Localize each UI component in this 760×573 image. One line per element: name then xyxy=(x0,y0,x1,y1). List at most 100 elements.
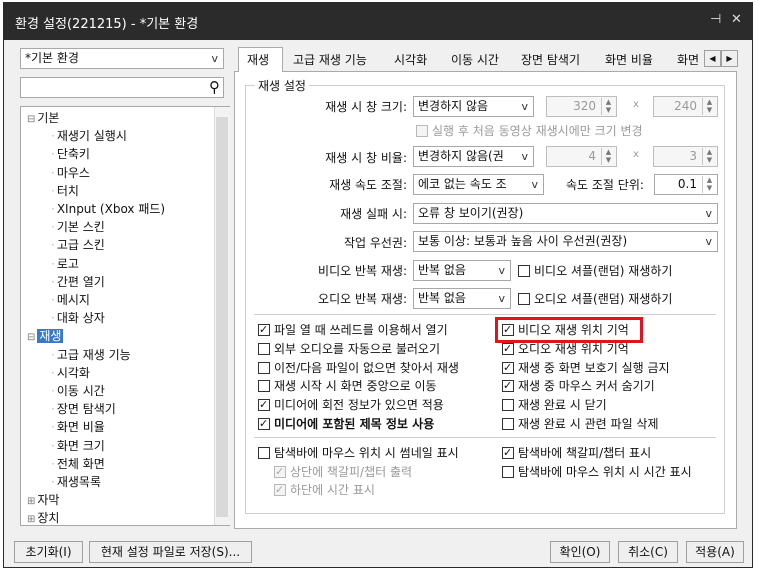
audio-shuffle-label: 오디오 셔플(랜덤) 재생하기 xyxy=(534,292,673,306)
tree-item[interactable]: · 시각화 xyxy=(51,365,90,382)
option-checkbox[interactable]: 오디오 재생 위치 기억 xyxy=(502,341,629,357)
tab-scroll-right-button[interactable]: ▶ xyxy=(721,50,738,67)
tree-item-label: 화면 비율 xyxy=(56,420,105,435)
tree-item[interactable]: · 대화 상자 xyxy=(51,310,105,327)
ratio-height-stepper[interactable]: 3 ▲ ▼ xyxy=(653,146,718,167)
option-label: 하단에 시간 표시 xyxy=(290,483,375,497)
tab-screen[interactable]: 화면 xyxy=(677,49,705,71)
updown-icon[interactable]: ▲ ▼ xyxy=(601,98,615,115)
tab-seek-time[interactable]: 이동 시간 xyxy=(451,49,499,71)
tree-item[interactable]: ⊞ 장치 xyxy=(27,510,59,525)
tab-visualization[interactable]: 시각화 xyxy=(394,49,427,71)
priority-select[interactable]: 보통 이상: 보통과 높음 사이 우선권(권장) v xyxy=(413,231,718,252)
window-ratio-select[interactable]: 변경하지 않음(권 v xyxy=(413,146,534,167)
option-label: 상단에 책갈피/챕터 출력 xyxy=(290,464,413,479)
tree-item[interactable]: · 간편 열기 xyxy=(51,274,105,291)
close-icon[interactable]: ✕ xyxy=(731,12,742,27)
tree-item[interactable]: · 로고 xyxy=(51,256,79,273)
tab-scene-explorer[interactable]: 장면 탐색기 xyxy=(521,49,580,71)
option-checkbox[interactable]: 탐색바에 책갈피/챕터 표시 xyxy=(502,445,651,461)
tree-item[interactable]: ⊟ 기본 xyxy=(27,110,59,127)
option-checkbox[interactable]: 외부 오디오를 자동으로 불러오기 xyxy=(258,341,440,357)
option-checkbox[interactable]: 재생 중 화면 보호기 실행 금지 xyxy=(502,360,670,376)
tree-scrollbar-thumb[interactable] xyxy=(216,117,228,517)
updown-icon[interactable]: ▲ ▼ xyxy=(702,148,716,165)
tree-item[interactable]: · XInput (Xbox 패드) xyxy=(51,201,165,218)
tree-item[interactable]: · 전체 화면 xyxy=(51,456,105,473)
reset-button[interactable]: 초기화(I) xyxy=(14,541,83,563)
speed-unit-stepper[interactable]: 0.1 ▲ ▼ xyxy=(654,174,718,195)
failure-select[interactable]: 오류 창 보이기(권장) v xyxy=(413,203,718,224)
option-checkbox[interactable]: 탐색바에 마우스 위치 시 시간 표시 xyxy=(502,464,692,480)
resize-first-only-checkbox[interactable]: 실행 후 처음 동영상 재생시에만 크기 변경 xyxy=(416,123,643,139)
tree-item[interactable]: · 기본 스킨 xyxy=(51,219,105,236)
apply-button[interactable]: 적용(A) xyxy=(686,541,744,563)
expand-icon[interactable]: ⊞ xyxy=(27,496,35,507)
tree-item[interactable]: · 고급 스킨 xyxy=(51,237,105,254)
audio-repeat-select[interactable]: 반복 없음 v xyxy=(413,288,511,309)
option-checkbox[interactable]: 파일 열 때 쓰레드를 이용해서 열기 xyxy=(258,322,448,338)
ratio-width-stepper[interactable]: 4 ▲ ▼ xyxy=(546,146,617,167)
tree-item-label: 기본 스킨 xyxy=(56,220,105,235)
option-checkbox[interactable]: 미디어에 포함된 제목 정보 사용 xyxy=(258,416,434,432)
tree-item[interactable]: · 재생기 실행시 xyxy=(51,128,127,145)
search-input[interactable]: ⚲ xyxy=(20,77,224,98)
video-repeat-select[interactable]: 반복 없음 v xyxy=(413,260,511,281)
option-checkbox[interactable]: 상단에 책갈피/챕터 출력 xyxy=(274,464,412,480)
video-shuffle-checkbox[interactable]: 비디오 셔플(랜덤) 재생하기 xyxy=(518,263,672,279)
tree-item[interactable]: ⊟ 재생 xyxy=(27,328,64,345)
tab-aspect-ratio[interactable]: 화면 비율 xyxy=(605,49,653,71)
option-checkbox[interactable]: 재생 중 마우스 커서 숨기기 xyxy=(502,378,655,394)
expand-icon[interactable]: ⊞ xyxy=(27,514,35,525)
tree-item[interactable]: · 마우스 xyxy=(51,165,90,182)
tab-scroll-left-button[interactable]: ◀ xyxy=(704,50,721,67)
pin-icon[interactable]: ⊣ xyxy=(710,12,721,27)
separator xyxy=(254,314,716,315)
option-checkbox[interactable]: 탐색바에 마우스 위치 시 썸네일 표시 xyxy=(258,445,459,461)
tree-item[interactable]: · 재생목록 xyxy=(51,474,101,491)
option-checkbox[interactable]: 하단에 시간 표시 xyxy=(274,482,375,498)
tree-item[interactable]: · 메시지 xyxy=(51,292,90,309)
option-checkbox[interactable]: 재생 완료 시 관련 파일 삭제 xyxy=(502,416,659,432)
failure-label: 재생 실패 시: xyxy=(340,207,407,221)
tree-item[interactable]: · 고급 재생 기능 xyxy=(51,347,131,364)
profile-select[interactable]: *기본 환경 v xyxy=(20,48,224,69)
option-checkbox[interactable]: 미디어에 회전 정보가 있으면 적용 xyxy=(258,397,444,413)
option-checkbox[interactable]: 이전/다음 파일이 없으면 찾아서 재생 xyxy=(258,360,459,376)
tab-advanced-playback[interactable]: 고급 재생 기능 xyxy=(293,49,367,71)
search-icon[interactable]: ⚲ xyxy=(209,78,220,97)
tree-connector: · xyxy=(51,129,55,144)
tree-item[interactable]: · 이동 시간 xyxy=(51,383,105,400)
audio-shuffle-checkbox[interactable]: 오디오 셔플(랜덤) 재생하기 xyxy=(518,291,672,307)
window-width-stepper[interactable]: 320 ▲ ▼ xyxy=(546,96,617,117)
updown-icon[interactable]: ▲ ▼ xyxy=(702,176,716,193)
tree-connector: · xyxy=(51,402,55,417)
save-to-file-button[interactable]: 현재 설정 파일로 저장(S)... xyxy=(89,541,252,563)
speed-select[interactable]: 에코 없는 속도 조 v xyxy=(413,174,544,195)
tree-item[interactable]: · 화면 크기 xyxy=(51,438,105,455)
option-label: 재생 시작 시 화면 중앙으로 이동 xyxy=(274,379,437,394)
tree-item[interactable]: · 화면 비율 xyxy=(51,419,105,436)
window-height-stepper[interactable]: 240 ▲ ▼ xyxy=(653,96,718,117)
ok-button[interactable]: 확인(O) xyxy=(550,541,610,563)
window-size-select[interactable]: 변경하지 않음 v xyxy=(413,96,534,117)
tree-item[interactable]: · 터치 xyxy=(51,183,79,200)
ratio-width-value: 4 xyxy=(588,149,596,163)
tree-item-label: 고급 재생 기능 xyxy=(56,347,131,362)
updown-icon[interactable]: ▲ ▼ xyxy=(702,98,716,115)
tree-connector: · xyxy=(51,438,55,453)
tree-item[interactable]: · 장면 탐색기 xyxy=(51,401,116,418)
tab-playback[interactable]: 재생 xyxy=(247,49,269,71)
collapse-icon[interactable]: ⊟ xyxy=(27,332,35,343)
category-tree[interactable]: ⊟ 기본 · 재생기 실행시 · 단축키 · 마우스 · 터치 · XInput (Xbox 패드) ·… xyxy=(20,106,230,526)
tree-connector: · xyxy=(51,183,55,198)
tree-item-label: 재생목록 xyxy=(56,475,101,489)
updown-icon[interactable]: ▲ ▼ xyxy=(601,148,615,165)
option-checkbox[interactable]: 재생 완료 시 닫기 xyxy=(502,397,607,413)
option-checkbox[interactable]: 재생 시작 시 화면 중앙으로 이동 xyxy=(258,378,437,394)
tree-item[interactable]: ⊞ 자막 xyxy=(27,492,59,509)
cancel-button[interactable]: 취소(C) xyxy=(618,541,678,563)
tree-scrollbar[interactable] xyxy=(214,107,230,525)
tree-item[interactable]: · 단축키 xyxy=(51,146,90,163)
collapse-icon[interactable]: ⊟ xyxy=(27,114,35,125)
